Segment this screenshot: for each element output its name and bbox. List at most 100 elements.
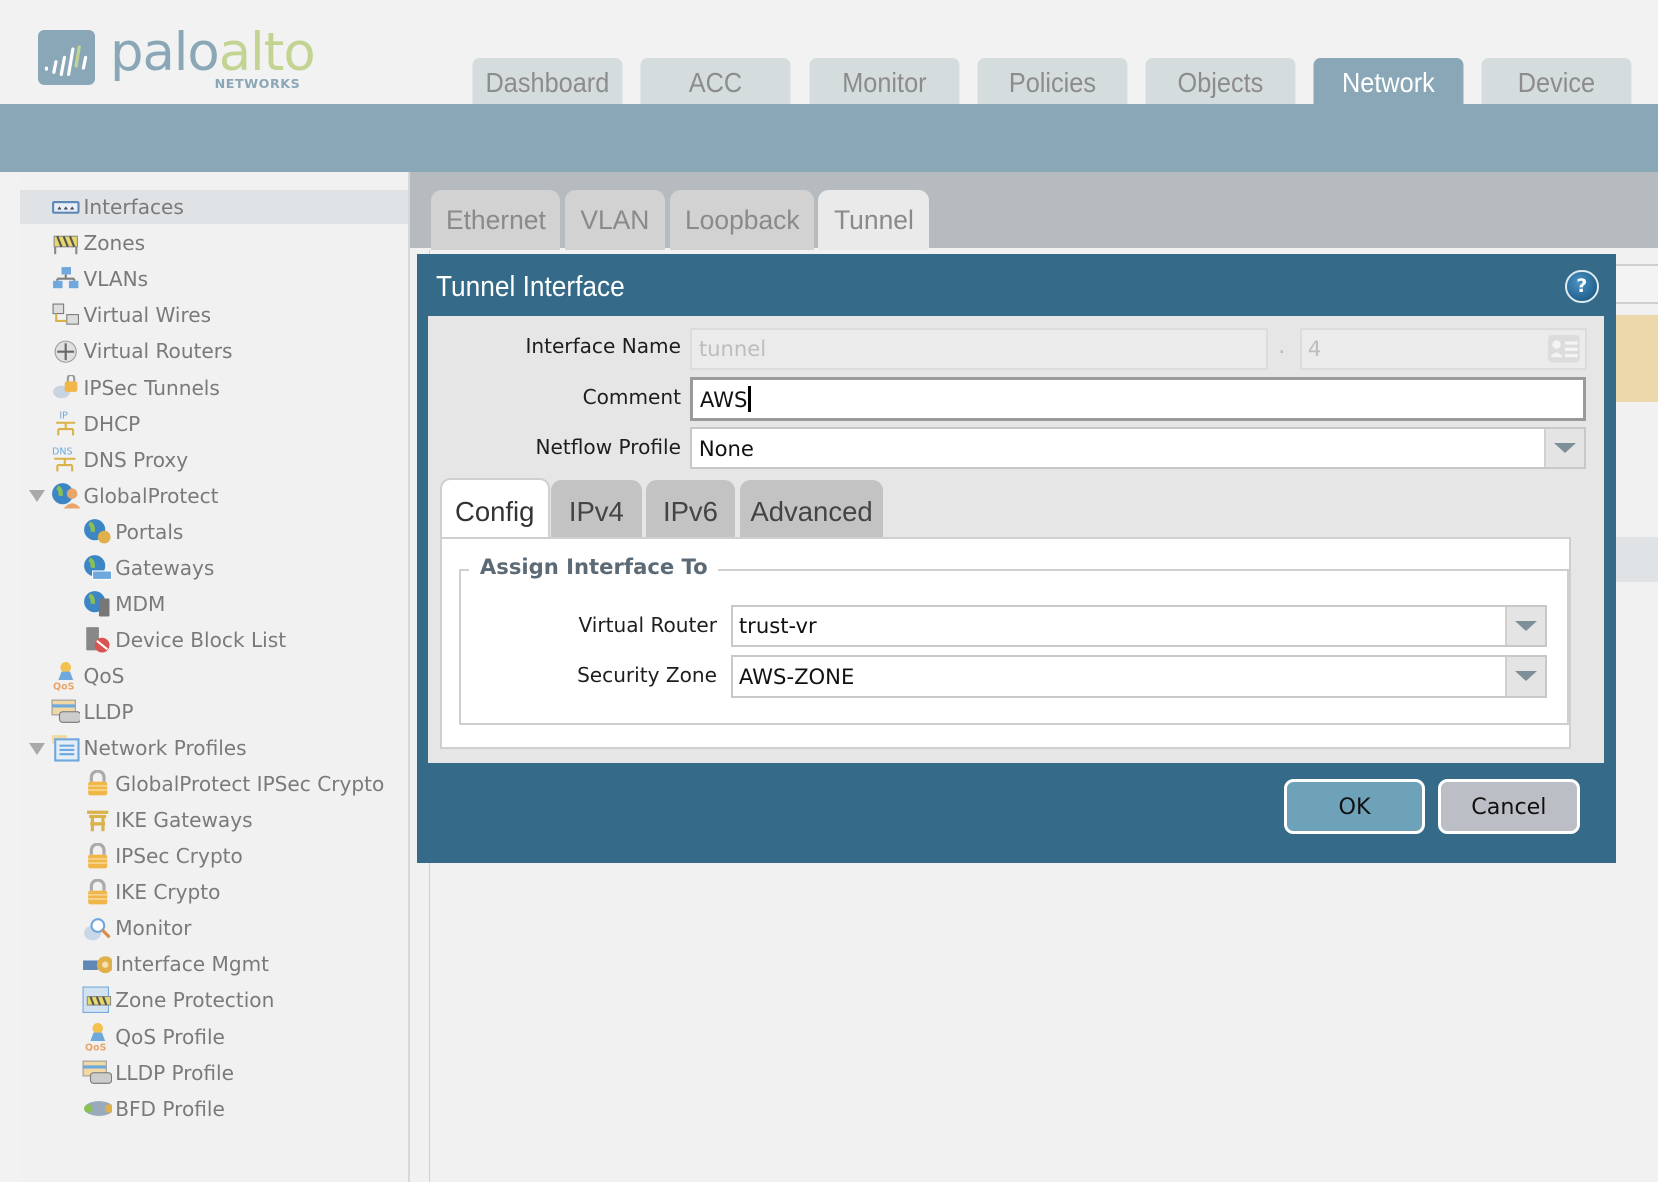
expand-triangle-icon[interactable] (28, 490, 45, 503)
sub-tab-ethernet[interactable]: Ethernet (431, 190, 561, 250)
svg-text:QoS: QoS (85, 1042, 107, 1051)
sidebar-item-vlans[interactable]: VLANs (51, 262, 148, 296)
security-zone-value: AWS-ZONE (738, 664, 855, 690)
dialog-tab-advanced[interactable]: Advanced (740, 480, 883, 540)
sidebar-item-zone-protection[interactable]: Zone Protection (82, 984, 274, 1018)
sub-tab-vlan[interactable]: VLAN (564, 190, 666, 250)
mdm-icon (82, 591, 112, 617)
help-icon[interactable]: ? (1564, 269, 1599, 304)
sidebar-item-virtual-routers[interactable]: Virtual Routers (51, 335, 233, 369)
brand-subtitle: NETWORKS (214, 76, 301, 92)
sidebar-item-label: GlobalProtect (83, 483, 219, 508)
globalprotect-icon (51, 483, 81, 509)
chevron-down-icon (1553, 443, 1576, 454)
security-zone-label: Security Zone (577, 662, 718, 687)
lock-icon (82, 842, 112, 869)
sidebar-item-label: Device Block List (115, 627, 287, 652)
expand-triangle-icon[interactable] (28, 742, 45, 756)
sub-tab-loopback[interactable]: Loopback (670, 190, 815, 250)
sidebar-item-interface-mgmt[interactable]: Interface Mgmt (82, 948, 269, 982)
top-tab-dashboard[interactable]: Dashboard (472, 58, 623, 104)
sidebar-item-monitor[interactable]: Monitor (82, 911, 192, 945)
security-zone-dropdown-button[interactable] (1504, 657, 1545, 696)
sidebar-item-label: Virtual Routers (83, 339, 233, 364)
ipsec-tunnels-icon (51, 374, 81, 400)
dns-proxy-icon: DNS (51, 446, 81, 472)
sidebar-item-bfd-profile[interactable]: BFD Profile (82, 1092, 225, 1126)
top-tab-objects[interactable]: Objects (1145, 58, 1296, 104)
sidebar-item-mdm[interactable]: MDM (82, 587, 165, 621)
comment-input[interactable]: AWS (690, 377, 1587, 421)
sidebar-item-globalprotect-ipsec-crypto[interactable]: GlobalProtect IPSec Crypto (82, 767, 384, 801)
sidebar-item-lldp[interactable]: LLDP (51, 695, 134, 729)
comment-label: Comment (582, 384, 681, 409)
background-table-row (1615, 264, 1658, 305)
tunnel-interface-dialog: Tunnel Interface ? Interface Name tunnel… (416, 253, 1616, 863)
address-card-icon[interactable] (1547, 334, 1581, 369)
netflow-profile-select[interactable]: None (690, 427, 1587, 470)
security-zone-select[interactable]: AWS-ZONE (730, 655, 1547, 698)
sidebar-item-portals[interactable]: Portals (82, 515, 183, 549)
cancel-button[interactable]: Cancel (1438, 779, 1580, 835)
sub-tab-tunnel[interactable]: Tunnel (818, 190, 930, 250)
interface-name-label: Interface Name (525, 334, 681, 359)
portals-icon (82, 519, 112, 544)
dialog-tab-config[interactable]: Config (439, 477, 550, 544)
sidebar-item-qos-profile[interactable]: QoS QoS Profile (82, 1020, 225, 1054)
lock-icon (82, 770, 112, 796)
sidebar-item-label: LLDP Profile (115, 1060, 234, 1085)
dialog-title: Tunnel Interface (435, 270, 625, 303)
netflow-profile-label: Netflow Profile (535, 434, 681, 459)
dialog-tab-ipv4[interactable]: IPv4 (550, 480, 642, 540)
sidebar-item-interfaces[interactable]: Interfaces (20, 190, 409, 225)
top-tab-device[interactable]: Device (1481, 58, 1632, 104)
interface-name-separator: . (1278, 333, 1286, 359)
sidebar-item-ipsec-crypto[interactable]: IPSec Crypto (82, 839, 243, 873)
dialog-tab-ipv6[interactable]: IPv6 (646, 480, 735, 540)
virtual-router-value: trust-vr (738, 613, 817, 639)
virtual-router-dropdown-button[interactable] (1504, 606, 1545, 645)
monitor-profile-icon (82, 916, 112, 941)
zones-icon (51, 231, 81, 256)
brand-name-part2: alto (218, 22, 316, 84)
sidebar-item-label: Monitor (115, 916, 192, 941)
dhcp-icon: IP (51, 410, 81, 436)
interface-number-value: 4 (1307, 336, 1322, 362)
brand-logo: paloalto (110, 21, 316, 84)
sidebar-item-globalprotect[interactable]: GlobalProtect (51, 479, 219, 513)
lock-icon (82, 878, 112, 905)
sidebar-item-dns-proxy[interactable]: DNS DNS Proxy (51, 443, 188, 477)
chevron-down-icon (1514, 671, 1537, 682)
comment-value: AWS (699, 386, 748, 412)
virtual-router-label: Virtual Router (578, 613, 718, 638)
top-tab-acc[interactable]: ACC (640, 58, 791, 104)
sidebar-item-label: Network Profiles (83, 736, 247, 761)
zone-protection-icon (82, 986, 112, 1013)
sidebar-item-ipsec-tunnels[interactable]: IPSec Tunnels (51, 371, 220, 405)
sidebar-item-zones[interactable]: Zones (51, 226, 145, 260)
ok-button[interactable]: OK (1283, 779, 1426, 835)
sidebar-item-device-block-list[interactable]: Device Block List (82, 623, 286, 657)
netflow-profile-dropdown-button[interactable] (1543, 429, 1585, 468)
sidebar-item-dhcp[interactable]: IP DHCP (51, 407, 140, 441)
lldp-icon (51, 699, 81, 724)
sidebar-item-label: Interface Mgmt (115, 952, 270, 977)
interface-number-input[interactable]: 4 (1299, 327, 1588, 371)
gateways-icon (82, 555, 113, 580)
sidebar-item-network-profiles[interactable]: Network Profiles (51, 731, 247, 765)
config-tab-panel: Assign Interface To Virtual Router trust… (439, 537, 1572, 749)
sidebar-item-label: IPSec Crypto (115, 844, 243, 869)
sidebar-item-label: LLDP (83, 700, 134, 725)
sidebar-item-gateways[interactable]: Gateways (82, 551, 214, 585)
virtual-router-select[interactable]: trust-vr (730, 604, 1547, 647)
top-tab-network[interactable]: Network (1313, 58, 1464, 104)
sidebar-item-qos[interactable]: QoS QoS (51, 659, 124, 693)
top-tab-monitor[interactable]: Monitor (809, 58, 959, 104)
sidebar-item-ike-gateways[interactable]: IKE Gateways (82, 803, 253, 837)
sidebar-item-virtual-wires[interactable]: Virtual Wires (51, 299, 211, 333)
sidebar-item-ike-crypto[interactable]: IKE Crypto (82, 875, 220, 909)
sidebar-item-lldp-profile[interactable]: LLDP Profile (82, 1056, 234, 1090)
top-tab-policies[interactable]: Policies (977, 58, 1128, 104)
interface-mgmt-icon (82, 952, 113, 977)
sidebar-item-label: DHCP (83, 411, 141, 436)
